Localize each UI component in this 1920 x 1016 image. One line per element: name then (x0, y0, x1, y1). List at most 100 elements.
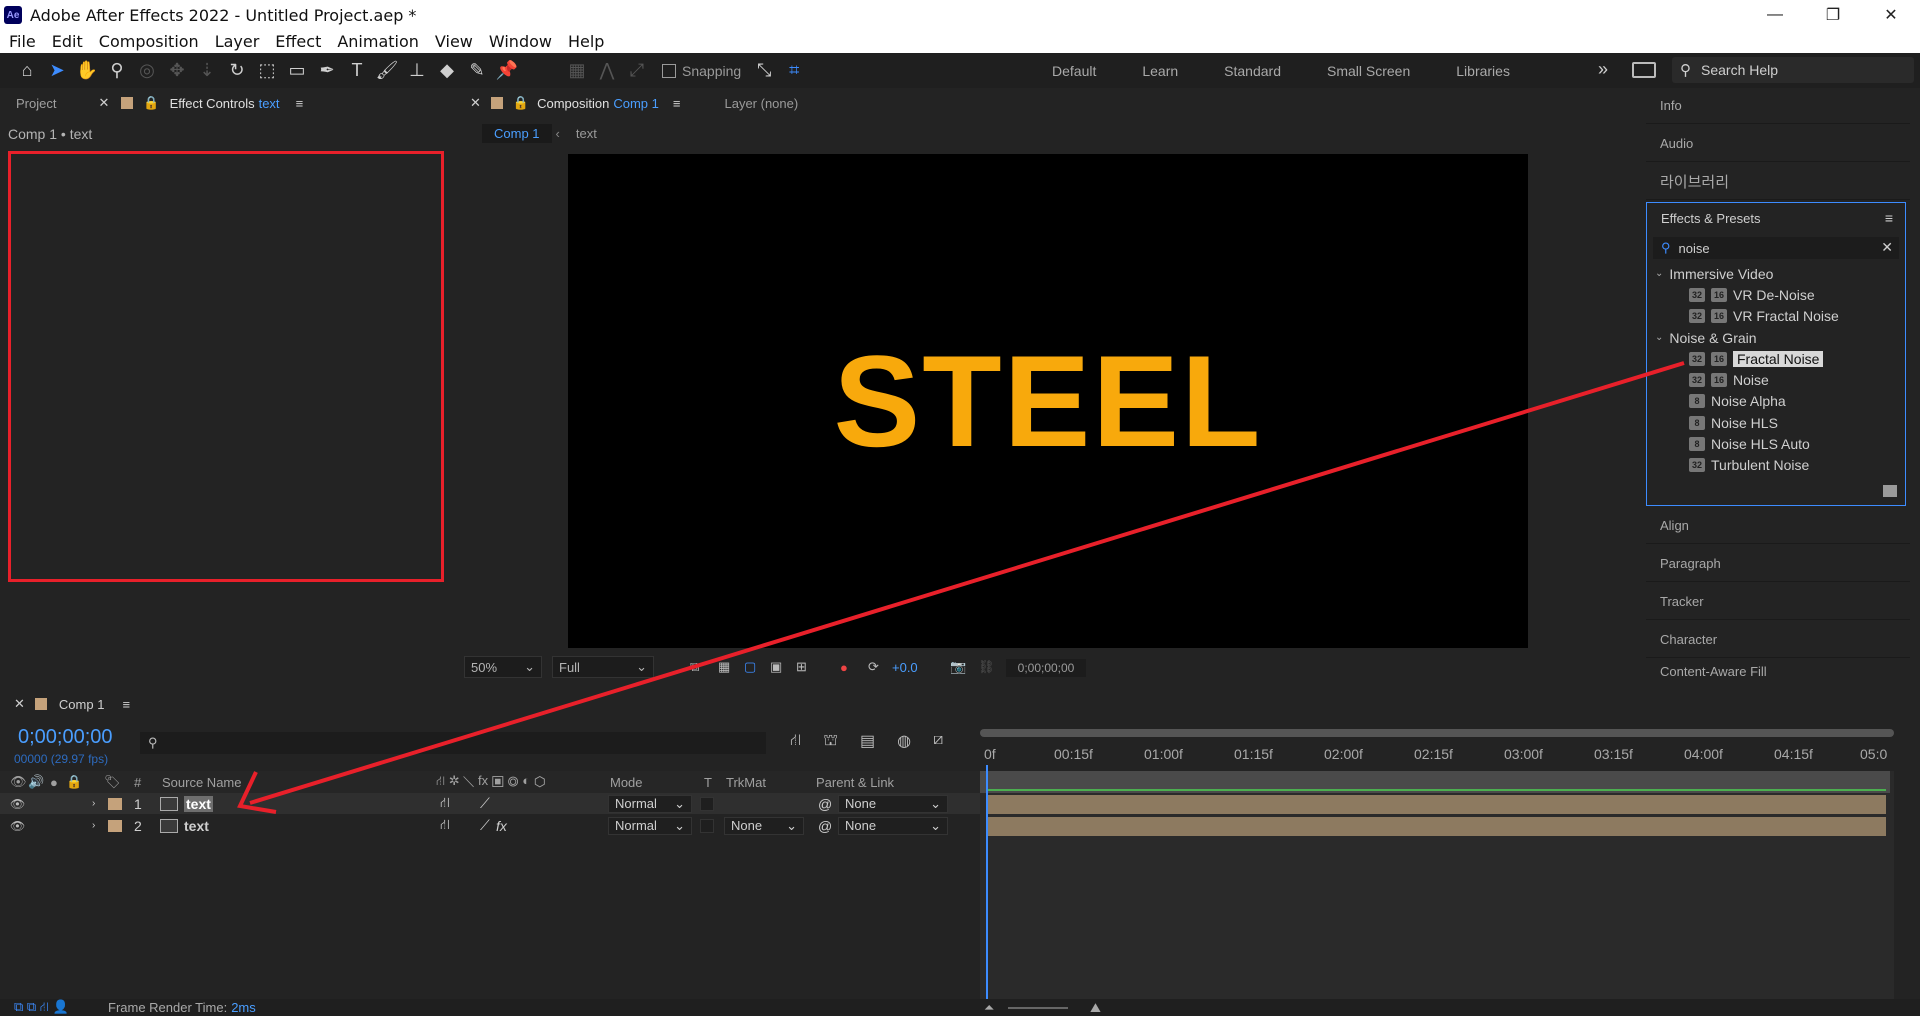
pickwhip-icon[interactable]: @ (818, 796, 832, 812)
transparency-grid-icon[interactable]: ▦ (718, 659, 730, 675)
tab-composition-name[interactable]: Comp 1 (613, 96, 659, 111)
shy-switch-icon[interactable]: ⛙ (440, 794, 450, 813)
zoom-dropdown[interactable]: 50% ⌄ (464, 656, 542, 678)
composition-canvas[interactable]: STEEL (568, 154, 1528, 648)
snap-target-icon[interactable]: ⌗ (779, 56, 809, 86)
show-snapshot-icon[interactable]: ⛓ (978, 659, 995, 675)
hand-tool-icon[interactable]: ✋ (72, 56, 102, 86)
mask-visibility-icon[interactable]: ▢ (744, 659, 756, 675)
panel-align[interactable]: Align (1646, 508, 1910, 544)
local-axis-icon[interactable]: ▦ (562, 56, 592, 86)
menu-composition[interactable]: Composition (91, 32, 207, 51)
effect-noise[interactable]: 32 16 Noise (1647, 369, 1905, 390)
layer-label-color[interactable] (108, 797, 122, 810)
region-of-interest-icon[interactable]: ▣ (770, 659, 782, 675)
tab-effect-controls-target[interactable]: text (259, 96, 280, 111)
zoom-in-icon[interactable]: ⛰ (1090, 1000, 1101, 1016)
close-comp-tab-icon[interactable]: ✕ (470, 95, 481, 111)
time-navigator[interactable] (980, 729, 1894, 737)
workspace-standard[interactable]: Standard (1224, 63, 1281, 79)
tab-layer[interactable]: Layer (none) (724, 96, 798, 111)
close-button[interactable]: ✕ (1862, 0, 1920, 30)
layer-name[interactable]: text (184, 818, 209, 834)
snapshot-icon[interactable]: 📷 (950, 659, 966, 675)
panel-menu-icon[interactable]: ≡ (296, 96, 304, 111)
eye-icon[interactable]: 👁 (10, 797, 25, 811)
exposure-value[interactable]: +0.0 (892, 660, 918, 675)
close-tab-icon[interactable]: ✕ (98, 95, 109, 111)
effect-turbulent-noise[interactable]: 32 Turbulent Noise (1647, 455, 1905, 476)
effects-search-field[interactable]: ⚲ noise ✕ (1653, 237, 1899, 259)
mode-dropdown[interactable]: Normal ⌄ (608, 816, 692, 835)
effects-presets-title[interactable]: Effects & Presets ≡ (1647, 203, 1905, 233)
eye-icon[interactable]: 👁 (10, 819, 25, 833)
effect-vr-de-noise[interactable]: 32 16 VR De-Noise (1647, 284, 1905, 305)
expand-arrow-icon[interactable]: › (92, 798, 95, 809)
fast-previews-icon[interactable]: ⧉ (690, 659, 699, 675)
rotation-tool-icon[interactable]: ↻ (222, 56, 252, 86)
pan-behind-tool-icon[interactable]: ⬚ (252, 56, 282, 86)
zoom-slider[interactable] (1008, 1007, 1068, 1009)
menu-animation[interactable]: Animation (329, 32, 427, 51)
guides-icon[interactable]: ⊞ (796, 659, 807, 675)
current-time-display[interactable]: 0;00;00;00 (1006, 659, 1086, 677)
nav-comp-1[interactable]: Comp 1 (482, 123, 552, 143)
workspace-default[interactable]: Default (1052, 63, 1096, 79)
more-workspaces-icon[interactable]: » (1598, 59, 1608, 80)
workspace-small-screen[interactable]: Small Screen (1327, 63, 1410, 79)
comp-lock-icon[interactable]: 🔒 (513, 95, 529, 111)
effect-noise-hls[interactable]: 8 Noise HLS (1647, 412, 1905, 433)
workspace-learn[interactable]: Learn (1142, 63, 1178, 79)
snapping-checkbox[interactable] (662, 63, 676, 78)
shy-layers-icon[interactable]: ⛫ (823, 731, 838, 751)
layer-1-duration-bar[interactable] (986, 795, 1886, 814)
menu-file[interactable]: File (0, 32, 44, 51)
new-preset-icon[interactable] (1883, 485, 1897, 497)
layer-name[interactable]: text (184, 795, 213, 812)
expand-arrow-icon[interactable]: › (92, 820, 95, 831)
layer-label-color[interactable] (108, 819, 122, 832)
type-tool-icon[interactable]: T (342, 56, 372, 86)
effect-vr-fractal-noise[interactable]: 32 16 VR Fractal Noise (1647, 306, 1905, 327)
effect-fractal-noise[interactable]: 32 16 Fractal Noise (1647, 348, 1905, 369)
keyboard-shortcuts-icon[interactable] (1632, 62, 1656, 78)
panel-info[interactable]: Info (1646, 88, 1910, 124)
timeline-track-area[interactable] (980, 765, 1894, 1015)
quality-switch-icon[interactable]: ⟋ (480, 817, 490, 834)
clone-stamp-icon[interactable]: ⊥ (402, 56, 432, 86)
brush-tool-icon[interactable]: 🖌 (372, 56, 402, 86)
pen-tool-icon[interactable]: ✒ (312, 56, 342, 86)
composition-flowchart-icon[interactable]: ⛙ (790, 731, 801, 751)
layer-row-2[interactable]: 👁 › 2 text ⛙ ⟋ fx Normal ⌄ None ⌄ @ None… (0, 815, 980, 836)
dolly-camera-icon[interactable]: ⇣ (192, 56, 222, 86)
layer-search-field[interactable]: ⚲ (140, 732, 766, 754)
restore-button[interactable]: ❐ (1804, 0, 1862, 30)
zoom-out-icon[interactable]: ⏶ (984, 1000, 994, 1016)
close-timeline-tab-icon[interactable]: ✕ (14, 696, 25, 712)
color-channels-icon[interactable]: ● (840, 660, 848, 675)
shy-switch-icon[interactable]: ⛙ (440, 816, 450, 835)
workspace-libraries[interactable]: Libraries (1456, 63, 1510, 79)
graph-editor-icon[interactable]: ⧄ (933, 731, 943, 751)
menu-view[interactable]: View (427, 32, 481, 51)
trkmat-dropdown[interactable]: None ⌄ (724, 816, 804, 835)
view-axis-icon[interactable]: ⤢ (622, 56, 652, 86)
minimize-button[interactable]: — (1746, 0, 1804, 30)
tab-project[interactable]: Project (16, 96, 56, 111)
category-noise-grain[interactable]: ⌄ Noise & Grain (1647, 327, 1905, 348)
motion-blur-icon[interactable]: ◍ (897, 731, 911, 751)
parent-dropdown[interactable]: None ⌄ (838, 816, 948, 835)
panel-audio[interactable]: Audio (1646, 126, 1910, 162)
effect-noise-alpha[interactable]: 8 Noise Alpha (1647, 391, 1905, 412)
menu-window[interactable]: Window (481, 32, 560, 51)
panel-library[interactable]: 라이브러리 (1646, 164, 1910, 200)
panel-content-aware-fill[interactable]: Content-Aware Fill (1646, 660, 1910, 683)
world-axis-icon[interactable]: ⋀ (592, 56, 622, 86)
mode-dropdown[interactable]: Normal ⌄ (608, 794, 692, 813)
menu-layer[interactable]: Layer (207, 32, 268, 51)
frame-blending-icon[interactable]: ▤ (860, 731, 875, 751)
menu-help[interactable]: Help (560, 32, 612, 51)
col-source-name[interactable]: Source Name (162, 775, 241, 790)
home-icon[interactable]: ⌂ (12, 56, 42, 86)
panel-paragraph[interactable]: Paragraph (1646, 546, 1910, 582)
